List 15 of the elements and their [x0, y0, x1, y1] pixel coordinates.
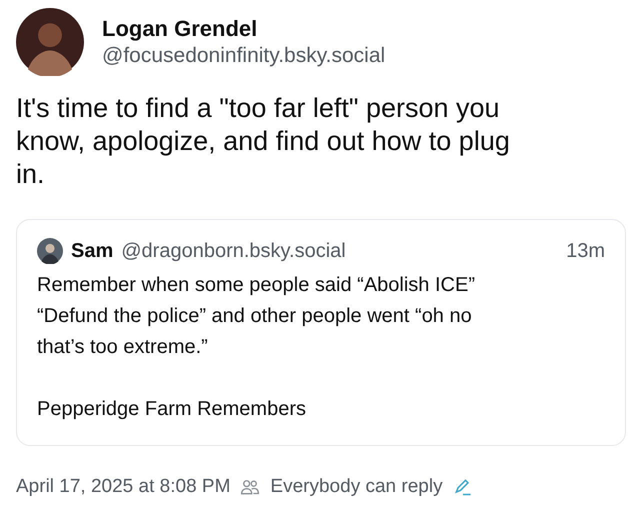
- quoted-post-time: 13m: [566, 240, 605, 262]
- people-icon: [240, 477, 260, 497]
- avatar: [16, 8, 84, 76]
- quoted-author-name: Sam: [71, 240, 114, 262]
- avatar: [37, 238, 63, 264]
- author-handle[interactable]: @focusedoninfinity.bsky.social: [102, 44, 386, 68]
- reply-setting: Everybody can reply: [270, 476, 443, 498]
- post-timestamp: April 17, 2025 at 8:08 PM: [16, 476, 230, 498]
- post-text: It's time to find a "too far left" person you know, apologize, and find out how to plug in.: [16, 92, 511, 191]
- quoted-author-handle: @dragonborn.bsky.social: [121, 240, 347, 262]
- quoted-post-text: Pepperidge Farm Remembers: [37, 397, 307, 422]
- author-name[interactable]: Logan Grendel: [102, 16, 386, 42]
- quoted-post-text: Remember when some people said “Abolish ICE” “Defund the police” and other people went “oh no that’s too extreme.”: [37, 273, 476, 360]
- quoted-post-card[interactable]: Sam @dragonborn.bsky.social 13m Remember when some people said “Abolish ICE” “Defund the police” and other people went “oh no that’s too extreme.” Pepperidge Farm Remembers: [16, 219, 626, 446]
- pencil-icon[interactable]: [452, 477, 473, 497]
